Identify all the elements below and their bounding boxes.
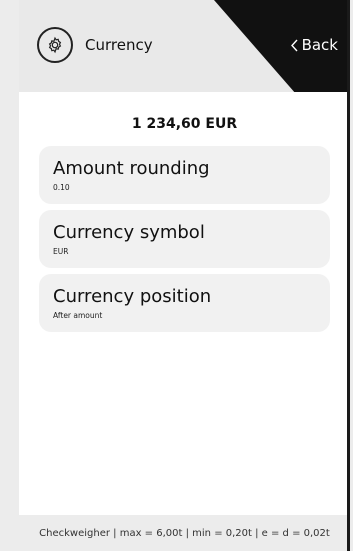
setting-amount-rounding[interactable]: Amount rounding 0.10 [39,146,330,204]
setting-currency-symbol[interactable]: Currency symbol EUR [39,210,330,268]
amount-display: 1 234,60 EUR [131,116,238,132]
page-title: Currency [85,36,153,54]
gear-icon [48,36,62,54]
chevron-left-icon [290,39,298,51]
setting-value: After amount [53,311,103,320]
status-bar: Checkweigher | max = 6,00t | min = 0,20t… [19,515,350,551]
header-bar: Currency Back [19,0,350,92]
back-label: Back [301,36,338,54]
setting-title: Currency position [53,286,212,307]
setting-value: 0.10 [53,183,70,192]
setting-title: Currency symbol [53,222,205,243]
setting-value: EUR [53,247,69,256]
back-button[interactable]: Back [214,0,350,92]
setting-title: Amount rounding [53,158,210,179]
setting-currency-position[interactable]: Currency position After amount [39,274,330,332]
scrollbar-track [347,0,350,551]
back-button-label-wrap: Back [290,36,338,54]
app-frame: Currency Back 1 234,60 EUR Amount roundi… [19,0,350,551]
settings-button[interactable] [37,27,73,63]
settings-panel: 1 234,60 EUR Amount rounding 0.10 Curren… [19,92,350,515]
